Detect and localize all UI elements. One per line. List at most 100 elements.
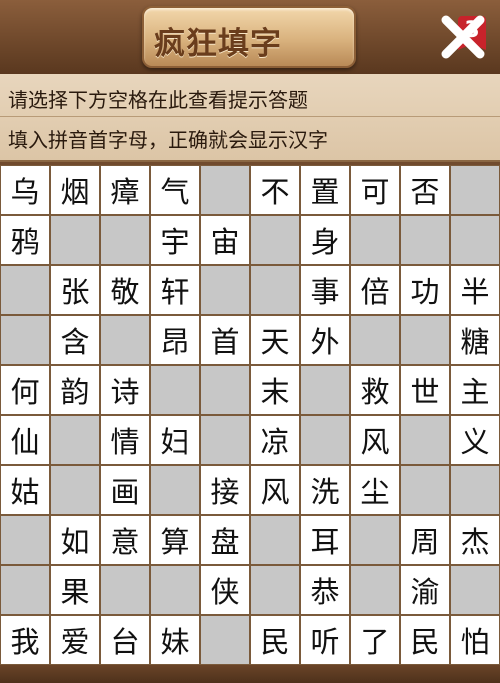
grid-cell-empty (150, 365, 200, 415)
grid-cell[interactable]: 宙 (200, 215, 250, 265)
grid-cell[interactable]: 算 (150, 515, 200, 565)
grid-cell-empty (250, 565, 300, 615)
grid-cell[interactable]: 情 (100, 415, 150, 465)
grid-cell[interactable]: 韵 (50, 365, 100, 415)
grid-cell-empty (350, 315, 400, 365)
grid-cell-empty (450, 565, 500, 615)
grid-cell[interactable]: 听 (300, 615, 350, 665)
grid-cell[interactable]: 了 (350, 615, 400, 665)
grid-cell[interactable]: 末 (250, 365, 300, 415)
grid-cell[interactable]: 盘 (200, 515, 250, 565)
grid-cell[interactable]: 天 (250, 315, 300, 365)
grid-cell[interactable]: 渝 (400, 565, 450, 615)
grid-cell[interactable]: 台 (100, 615, 150, 665)
grid-cell-empty (400, 465, 450, 515)
grid-cell[interactable]: 如 (50, 515, 100, 565)
grid-cell[interactable]: 含 (50, 315, 100, 365)
grid-cell[interactable]: 外 (300, 315, 350, 365)
grid-cell-empty (50, 415, 100, 465)
grid-cell[interactable]: 事 (300, 265, 350, 315)
grid-cell-empty (300, 365, 350, 415)
grid-cell-empty (450, 465, 500, 515)
grid-cell[interactable]: 尘 (350, 465, 400, 515)
grid-cell-empty (0, 315, 50, 365)
grid-cell-empty (350, 515, 400, 565)
grid-cell[interactable]: 杰 (450, 515, 500, 565)
grid-cell[interactable]: 妇 (150, 415, 200, 465)
close-icon (441, 15, 485, 59)
close-button[interactable] (438, 12, 488, 62)
grid-cell[interactable]: 不 (250, 165, 300, 215)
grid-cell-empty (50, 465, 100, 515)
grid-cell[interactable]: 可 (350, 165, 400, 215)
grid-cell-empty (250, 215, 300, 265)
grid-cell[interactable]: 民 (400, 615, 450, 665)
grid-cell-empty (100, 565, 150, 615)
grid-cell[interactable]: 我 (0, 615, 50, 665)
grid-cell-empty (200, 365, 250, 415)
game-title: 疯狂填字 (154, 26, 282, 62)
grid-cell-empty (200, 615, 250, 665)
grid-cell[interactable]: 画 (100, 465, 150, 515)
grid-cell[interactable]: 义 (450, 415, 500, 465)
grid-cell[interactable]: 果 (50, 565, 100, 615)
grid-cell[interactable]: 仙 (0, 415, 50, 465)
top-bar: 疯狂填字 3 (0, 0, 500, 75)
grid-cell-empty (250, 265, 300, 315)
grid-cell-empty (100, 315, 150, 365)
grid-cell[interactable]: 意 (100, 515, 150, 565)
grid-cell[interactable]: 张 (50, 265, 100, 315)
grid-cell[interactable]: 诗 (100, 365, 150, 415)
grid-cell[interactable]: 周 (400, 515, 450, 565)
grid-cell-empty (150, 465, 200, 515)
grid-cell[interactable]: 轩 (150, 265, 200, 315)
hint-line-2: 填入拼音首字母，正确就会显示汉字 (8, 128, 328, 152)
grid-cell[interactable]: 侠 (200, 565, 250, 615)
grid-cell[interactable]: 风 (250, 465, 300, 515)
grid-cell-empty (400, 215, 450, 265)
grid-cell[interactable]: 气 (150, 165, 200, 215)
grid-cell[interactable]: 身 (300, 215, 350, 265)
grid-cell[interactable]: 倍 (350, 265, 400, 315)
grid-cell[interactable]: 敬 (100, 265, 150, 315)
grid-cell[interactable]: 世 (400, 365, 450, 415)
grid-cell[interactable]: 主 (450, 365, 500, 415)
crossword-board: 乌烟瘴气不置可否鸦宇宙身张敬轩事倍功半含昂首天外糖何韵诗末救世主仙情妇凉风义姑画… (0, 165, 500, 665)
grid-cell[interactable]: 恭 (300, 565, 350, 615)
grid-cell[interactable]: 鸦 (0, 215, 50, 265)
game-screen: 疯狂填字 3 请选择下方空格在此查看提示答题 填入拼音首字母，正确就会显示汉字 … (0, 0, 500, 683)
grid-cell[interactable]: 民 (250, 615, 300, 665)
grid-cell-empty (0, 265, 50, 315)
grid-cell[interactable]: 接 (200, 465, 250, 515)
grid-cell[interactable]: 否 (400, 165, 450, 215)
grid-cell[interactable]: 烟 (50, 165, 100, 215)
grid-cell-empty (450, 165, 500, 215)
grid-cell[interactable]: 何 (0, 365, 50, 415)
grid-cell[interactable]: 昂 (150, 315, 200, 365)
grid-cell[interactable]: 风 (350, 415, 400, 465)
grid-cell-empty (200, 415, 250, 465)
grid-cell[interactable]: 妹 (150, 615, 200, 665)
grid-cell-empty (450, 215, 500, 265)
grid-cell[interactable]: 耳 (300, 515, 350, 565)
grid-cell[interactable]: 洗 (300, 465, 350, 515)
grid-cell[interactable]: 宇 (150, 215, 200, 265)
grid-cell[interactable]: 置 (300, 165, 350, 215)
grid-cell[interactable]: 功 (400, 265, 450, 315)
grid-cell[interactable]: 半 (450, 265, 500, 315)
grid-cell[interactable]: 姑 (0, 465, 50, 515)
grid-cell[interactable]: 怕 (450, 615, 500, 665)
grid-cell[interactable]: 凉 (250, 415, 300, 465)
hint-divider (0, 116, 500, 117)
grid-cell[interactable]: 糖 (450, 315, 500, 365)
grid-cell[interactable]: 乌 (0, 165, 50, 215)
grid-cell-empty (400, 315, 450, 365)
grid-cell[interactable]: 瘴 (100, 165, 150, 215)
grid-cell-empty (0, 515, 50, 565)
grid-cell[interactable]: 首 (200, 315, 250, 365)
grid-cell[interactable]: 爱 (50, 615, 100, 665)
grid-cell[interactable]: 救 (350, 365, 400, 415)
bottom-strip (0, 665, 500, 683)
grid-cell-empty (50, 215, 100, 265)
grid-cell-empty (350, 215, 400, 265)
